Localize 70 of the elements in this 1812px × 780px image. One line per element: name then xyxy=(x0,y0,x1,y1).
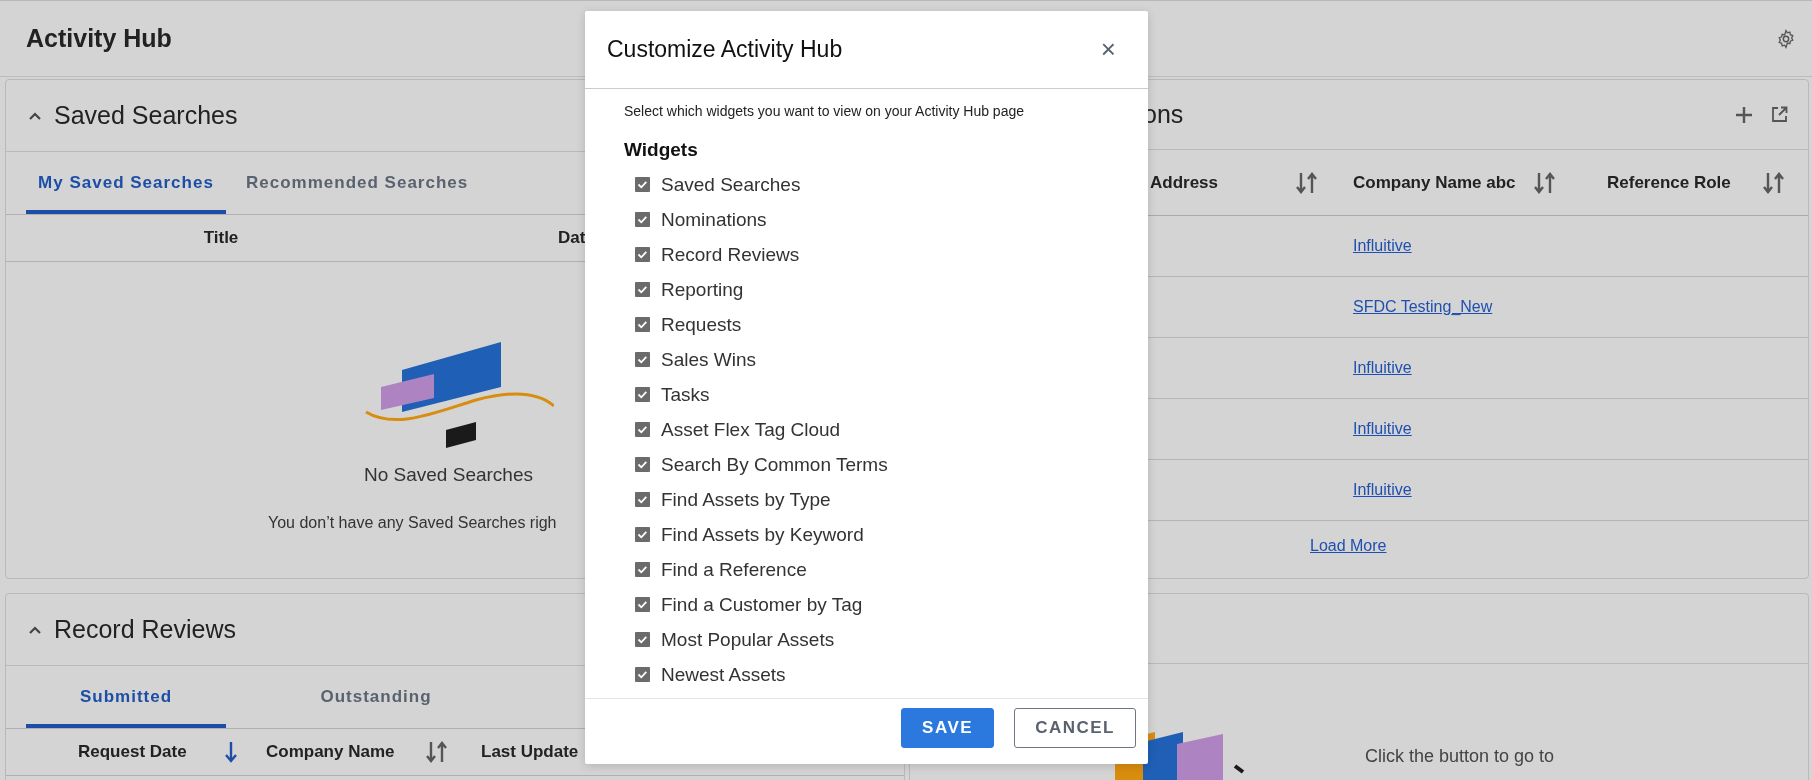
checkbox-label: Search By Common Terms xyxy=(661,453,888,476)
tab[interactable]: Outstanding xyxy=(276,666,476,728)
checkbox-label: Nominations xyxy=(661,208,767,231)
checkbox[interactable] xyxy=(635,632,650,647)
chevron-icon[interactable] xyxy=(28,624,42,635)
external-link-icon[interactable] xyxy=(1771,106,1788,123)
settings-icon[interactable] xyxy=(1776,28,1796,49)
checkbox-label: Newest Assets xyxy=(661,663,786,686)
checkbox[interactable] xyxy=(635,527,650,542)
page-title: Activity Hub xyxy=(26,24,172,53)
load-more-link[interactable]: Load More xyxy=(1310,537,1387,555)
section-heading: Widgets xyxy=(624,139,699,161)
checkbox-label: Sales Wins xyxy=(661,348,757,371)
checkbox[interactable] xyxy=(635,422,650,437)
company-link[interactable]: SFDC Testing_New xyxy=(1353,298,1493,315)
tab[interactable]: Submitted xyxy=(26,666,226,728)
card-title: Saved Searches xyxy=(54,101,238,130)
tab[interactable]: My Saved Searches xyxy=(26,152,226,214)
checkbox-label: Find a Reference xyxy=(661,558,807,581)
checkbox[interactable] xyxy=(635,317,650,332)
card-title: Record Reviews xyxy=(54,615,236,644)
column-header[interactable]: Reference Role xyxy=(1607,172,1731,193)
chevron-icon[interactable] xyxy=(28,110,42,121)
cancel-button[interactable]: CANCEL xyxy=(1014,707,1136,748)
sort-icon[interactable] xyxy=(425,740,449,764)
checkbox[interactable] xyxy=(635,212,650,227)
company-link[interactable]: Influitive xyxy=(1353,481,1412,498)
checkbox-label: Find a Customer by Tag xyxy=(661,593,863,616)
checkbox[interactable] xyxy=(635,492,650,507)
column-header[interactable]: Address xyxy=(1150,172,1219,193)
checkbox[interactable] xyxy=(635,387,650,402)
company-link[interactable]: Influitive xyxy=(1353,420,1412,437)
dialog-title: Customize Activity Hub xyxy=(607,36,843,63)
sort-icon[interactable] xyxy=(1295,170,1319,195)
checkbox-label: Most Popular Assets xyxy=(661,628,835,651)
save-button[interactable]: SAVE xyxy=(901,707,995,748)
checkbox-label: Find Assets by Type xyxy=(661,488,831,511)
checkbox-label: Asset Flex Tag Cloud xyxy=(661,418,841,441)
dialog-intro: Select which widgets you want to view on your Activity Hub page xyxy=(624,103,1025,119)
column-header[interactable]: Company Name abc xyxy=(1353,172,1516,193)
empty-state-text: You don’t have any Saved Searches righ xyxy=(268,514,557,532)
checkbox-label: Requests xyxy=(661,313,742,336)
checkbox-label: Reporting xyxy=(661,278,744,301)
checkbox[interactable] xyxy=(635,562,650,577)
sort-down-icon[interactable] xyxy=(224,740,238,764)
column-header[interactable]: Company Name xyxy=(266,742,395,762)
checkbox-label: Tasks xyxy=(661,383,710,406)
checkbox[interactable] xyxy=(635,597,650,612)
sort-icon[interactable] xyxy=(1762,170,1786,195)
close-button[interactable]: × xyxy=(1096,34,1120,65)
company-link[interactable]: Influitive xyxy=(1353,359,1412,376)
checkbox[interactable] xyxy=(635,457,650,472)
checkbox[interactable] xyxy=(635,247,650,262)
checkbox-label: Saved Searches xyxy=(661,173,801,196)
column-header[interactable]: Request Date xyxy=(78,742,187,762)
checkbox-label: Record Reviews xyxy=(661,243,800,266)
column-header[interactable]: Last Update xyxy=(481,742,579,762)
checkbox[interactable] xyxy=(635,352,650,367)
add-icon[interactable] xyxy=(1735,105,1753,124)
sort-icon[interactable] xyxy=(1533,170,1557,195)
column-header[interactable]: Dat xyxy=(436,228,586,248)
column-header[interactable]: Title xyxy=(203,228,239,248)
checkbox[interactable] xyxy=(635,667,650,682)
tab[interactable]: Recommended Searches xyxy=(238,152,477,214)
company-link[interactable]: Influitive xyxy=(1353,237,1412,254)
checkbox[interactable] xyxy=(635,282,650,297)
checkbox[interactable] xyxy=(635,177,650,192)
banner-text: Click the button to go to xyxy=(1365,746,1555,767)
empty-state-title: No Saved Searches xyxy=(364,464,533,486)
checkbox-label: Find Assets by Keyword xyxy=(661,523,864,546)
